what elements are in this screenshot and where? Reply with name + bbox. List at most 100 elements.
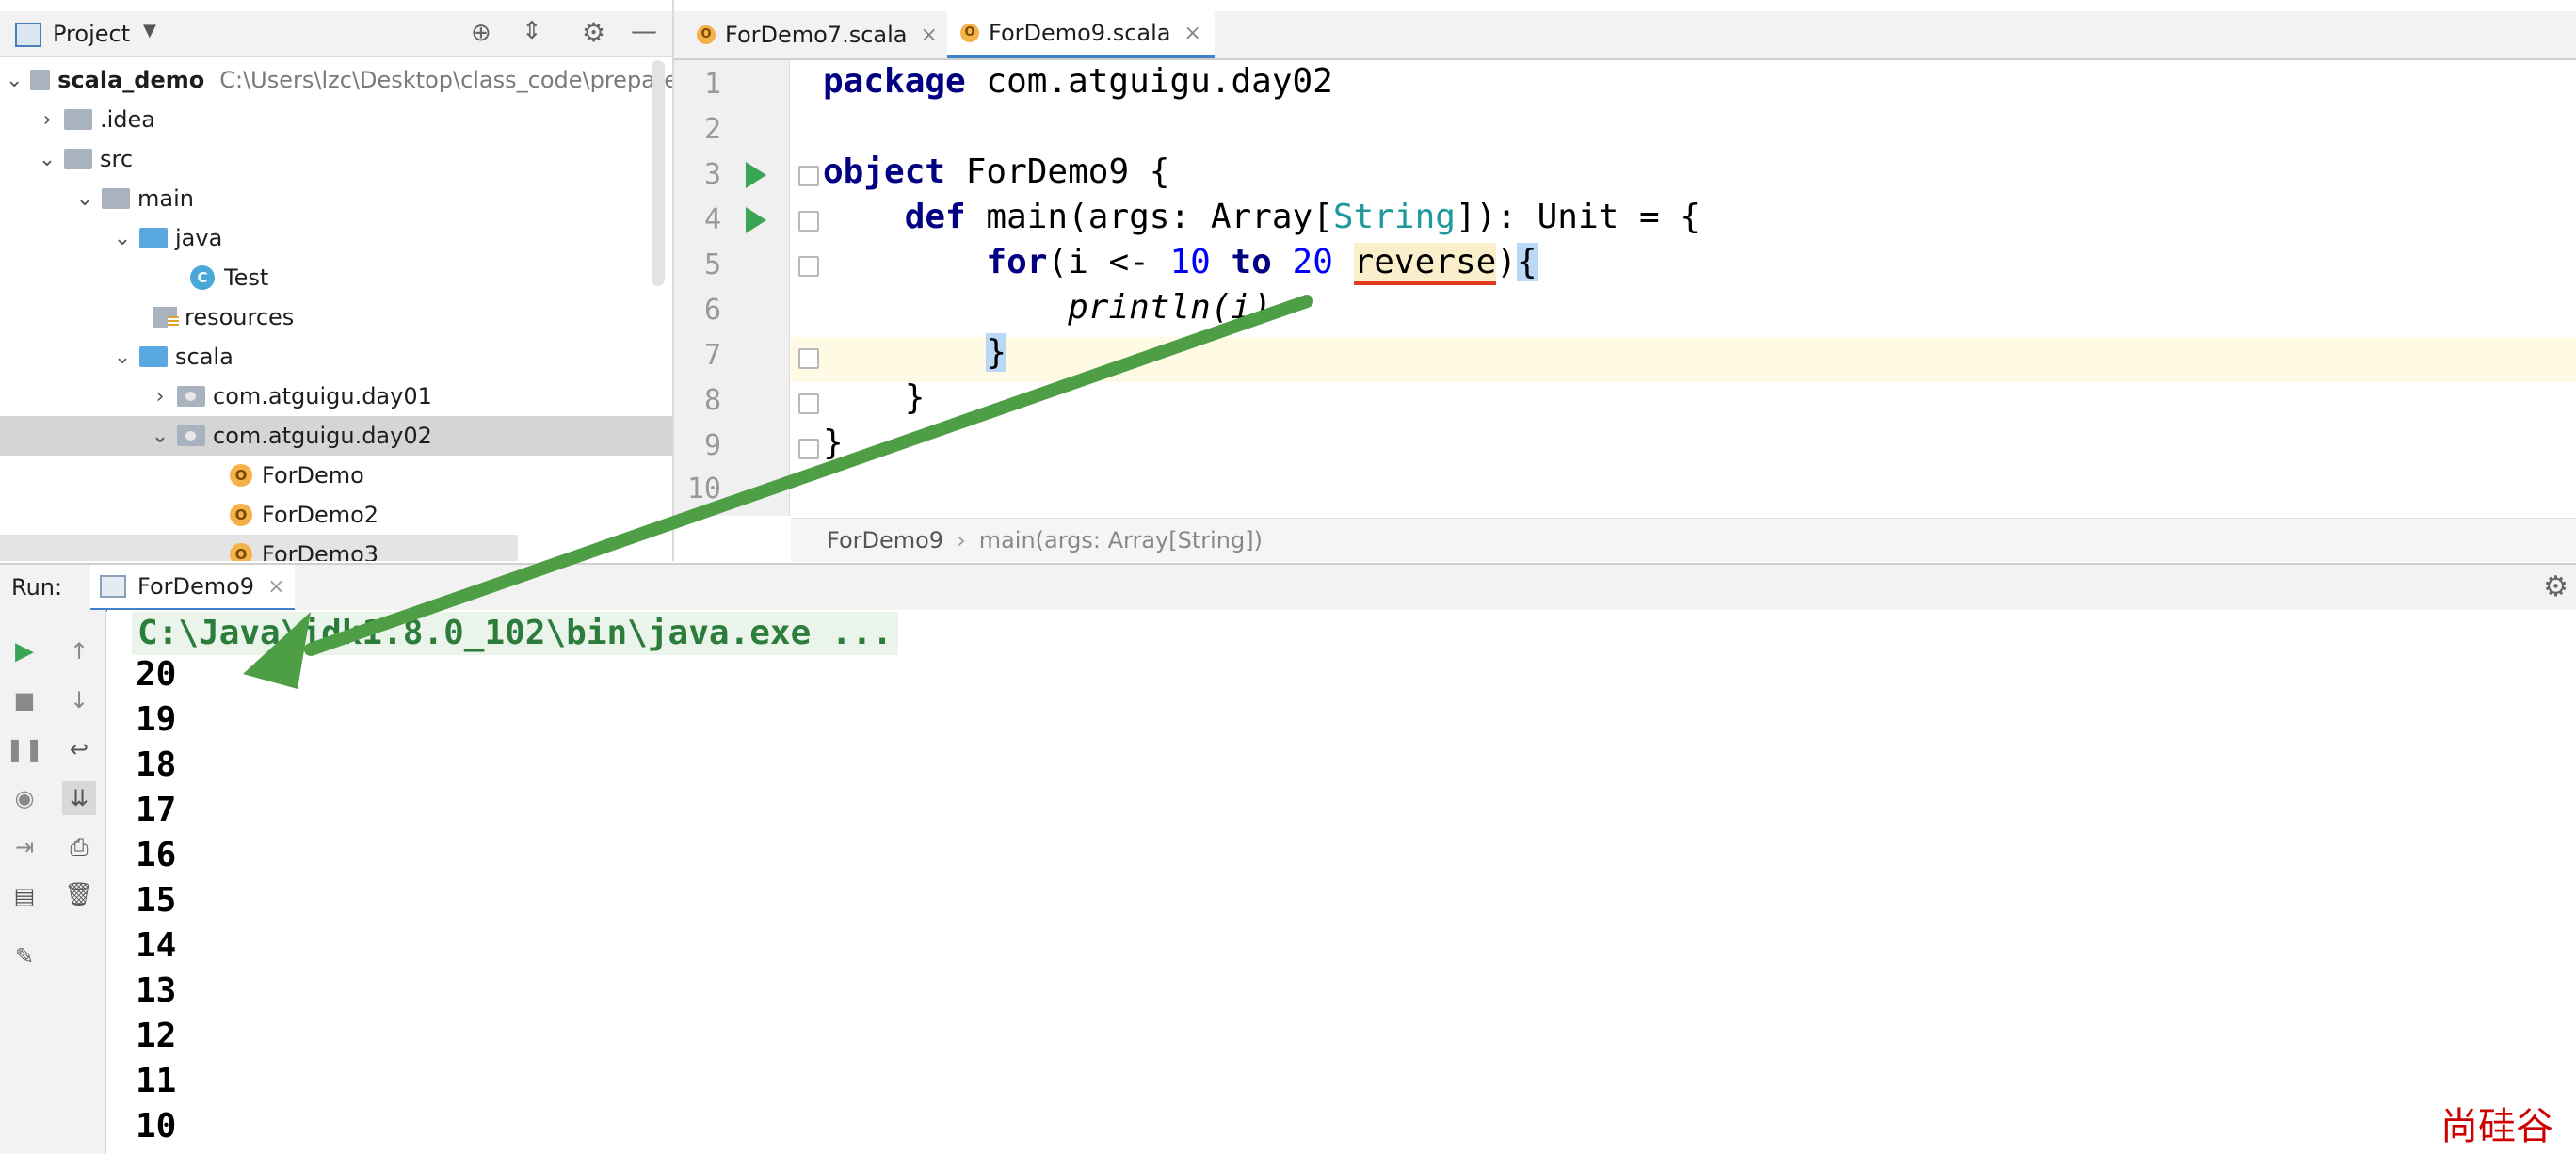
code-text: ) (1496, 243, 1517, 281)
method-call: println (1068, 288, 1211, 327)
console-output[interactable] (107, 610, 2576, 1154)
exit-icon[interactable]: ⇥ (11, 834, 38, 860)
tree-item-day02[interactable]: ⌄ com.atguigu.day02 (0, 416, 672, 456)
tree-item-label: ForDemo2 (262, 502, 379, 528)
tree-item-scala[interactable]: ⌄ scala (0, 337, 672, 377)
module-path: C:\Users\lzc\Desktop\class_code\prepare (219, 67, 674, 93)
arrow-down-icon[interactable]: ↓ (66, 687, 92, 713)
breadcrumb: ForDemo9 › main(args: Array[String]) (791, 518, 2576, 562)
line-number: 2 (703, 113, 721, 146)
breadcrumb-method[interactable]: main(args: Array[String]) (979, 527, 1263, 553)
close-icon[interactable]: × (921, 24, 938, 47)
fold-marker[interactable] (798, 393, 819, 414)
chevron-down-icon[interactable]: ⌄ (113, 227, 132, 250)
chevron-right-icon[interactable]: › (151, 385, 169, 409)
tree-item-scala-demo[interactable]: ⌄ scala_demo C:\Users\lzc\Desktop\class_… (0, 60, 674, 100)
breadcrumb-file[interactable]: ForDemo9 (827, 527, 943, 553)
fold-marker[interactable] (798, 256, 819, 277)
stop-icon[interactable]: ■ (11, 687, 38, 713)
collapse-all-icon[interactable]: ⇕ (522, 17, 542, 45)
fold-marker[interactable] (798, 211, 819, 232)
run-object-icon[interactable] (746, 162, 766, 188)
number-literal: 10 (1169, 243, 1211, 281)
tree-item-fordemo[interactable]: O ForDemo (0, 456, 672, 495)
chevron-down-icon[interactable]: ⌄ (151, 425, 169, 448)
tree-item-fordemo2[interactable]: O ForDemo2 (0, 495, 672, 535)
rerun-icon[interactable]: ▶ (11, 637, 38, 665)
tree-item-idea[interactable]: › .idea (0, 100, 672, 139)
tab-fordemo7[interactable]: O ForDemo7.scala × (684, 11, 951, 58)
line-number: 10 (686, 473, 721, 505)
tree-scrollbar[interactable] (652, 60, 665, 286)
line-number: 8 (703, 384, 721, 417)
code-line-9[interactable]: } (823, 424, 844, 462)
run-tab-fordemo9[interactable]: ForDemo9 × (90, 565, 295, 612)
pause-icon[interactable]: ❚❚ (6, 736, 43, 762)
code-line-3[interactable]: object ForDemo9 { (823, 152, 1169, 191)
code-line-6[interactable]: println(i) (823, 288, 1272, 327)
line-number: 7 (703, 339, 721, 372)
minimize-icon[interactable]: — (631, 15, 657, 46)
tree-item-fordemo3[interactable]: O ForDemo3 (0, 535, 518, 561)
camera-icon[interactable]: ◉ (11, 785, 38, 811)
folder-icon (64, 149, 92, 169)
console-line: 17 (136, 791, 177, 829)
tree-item-label: com.atguigu.day02 (213, 423, 432, 449)
tree-item-java[interactable]: ⌄ java (0, 218, 672, 258)
print-icon[interactable]: ⎙ (66, 834, 92, 860)
tree-item-day01[interactable]: › com.atguigu.day01 (0, 377, 672, 416)
gear-icon[interactable]: ⚙ (2543, 570, 2568, 603)
fold-marker[interactable] (798, 166, 819, 186)
code-text: com.atguigu.day02 (965, 62, 1333, 101)
tree-item-label: main (137, 185, 194, 212)
module-folder-icon (30, 70, 51, 90)
code-line-7[interactable]: } (823, 333, 1007, 372)
code-text: (i) (1210, 288, 1272, 327)
chevron-down-icon[interactable]: ⌄ (38, 148, 56, 171)
run-main-icon[interactable] (746, 207, 766, 233)
code-line-5[interactable]: for(i <- 10 to 20 reverse){ (823, 243, 1538, 285)
fold-marker[interactable] (798, 439, 819, 459)
tab-fordemo9[interactable]: O ForDemo9.scala × (947, 11, 1215, 58)
tree-item-resources[interactable]: resources (0, 297, 672, 337)
code-line-1[interactable]: package com.atguigu.day02 (823, 62, 1333, 101)
run-toolbar: ▶ ■ ❚❚ ◉ ⇥ ▤ ✎ (0, 610, 54, 1154)
tree-item-test[interactable]: C Test (0, 258, 672, 297)
tree-item-src[interactable]: ⌄ src (0, 139, 672, 179)
tree-item-label: scala (175, 344, 233, 370)
chevron-down-icon[interactable]: ⌄ (75, 187, 94, 211)
type-name: String (1332, 198, 1456, 236)
console-line: 14 (136, 926, 177, 965)
locate-icon[interactable]: ⊕ (471, 19, 491, 47)
package-icon (177, 386, 205, 407)
tree-item-label: scala_demo (57, 67, 205, 93)
tree-item-label: src (100, 146, 134, 172)
project-title[interactable]: Project (53, 21, 130, 47)
run-label: Run: (11, 574, 63, 601)
chevron-down-icon[interactable]: ⌄ (113, 345, 132, 369)
close-icon[interactable]: × (267, 575, 284, 599)
code-line-4[interactable]: def main(args: Array[String]): Unit = { (823, 198, 1700, 236)
soft-wrap-icon[interactable]: ↩ (66, 736, 92, 762)
layout-icon[interactable]: ▤ (11, 883, 38, 909)
fold-marker[interactable] (798, 348, 819, 369)
folder-icon (64, 109, 92, 130)
trash-icon[interactable]: 🗑 (65, 881, 93, 907)
project-view-icon[interactable] (15, 23, 41, 47)
chevron-right-icon[interactable]: › (38, 108, 56, 132)
arrow-up-icon[interactable]: ↑ (66, 638, 92, 665)
line-number: 6 (703, 294, 721, 327)
tree-item-main[interactable]: ⌄ main (0, 179, 672, 218)
close-icon[interactable]: × (1184, 22, 1201, 45)
pin-icon[interactable]: ✎ (11, 943, 38, 970)
scroll-to-end-icon[interactable]: ⇊ (62, 781, 96, 815)
console-line: 16 (136, 836, 177, 874)
chevron-down-icon[interactable]: ▼ (143, 21, 156, 40)
chevron-down-icon[interactable]: ⌄ (6, 69, 23, 92)
code-text: } (823, 378, 926, 417)
gear-icon[interactable]: ⚙ (582, 17, 605, 48)
scala-object-icon: O (230, 464, 252, 487)
code-line-8[interactable]: } (823, 378, 926, 417)
